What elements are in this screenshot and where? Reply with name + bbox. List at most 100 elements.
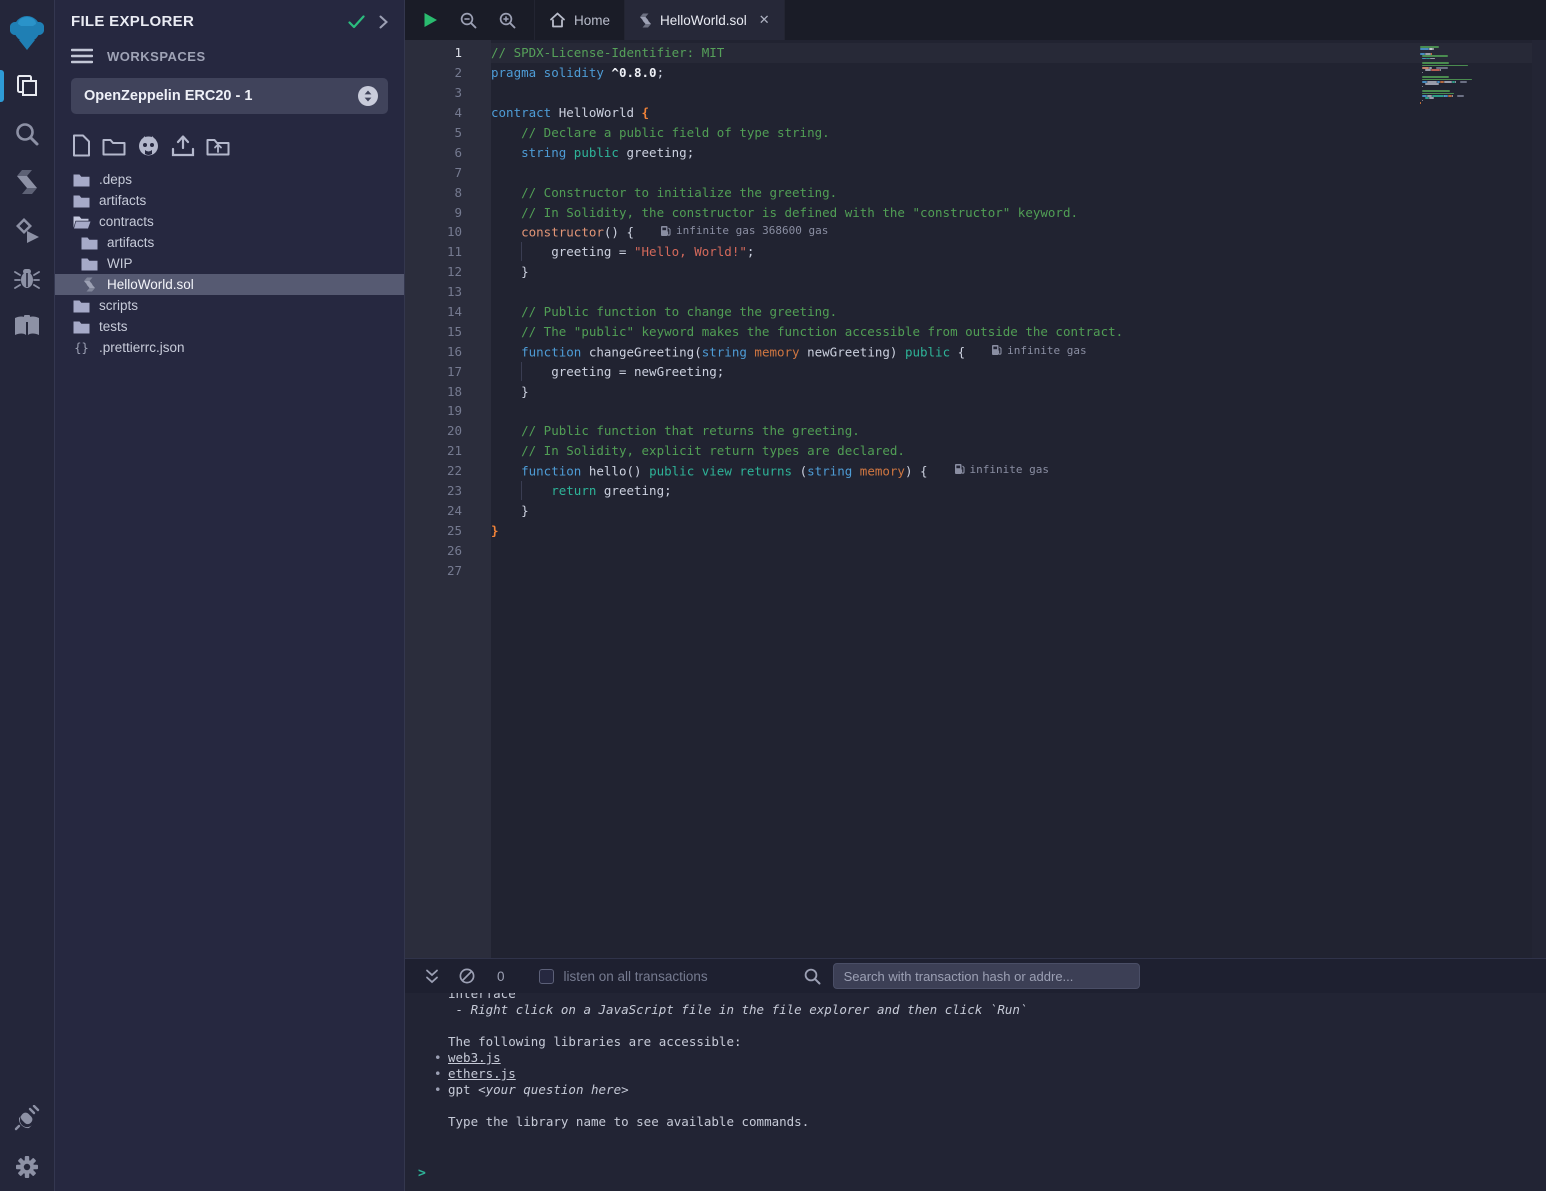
line-number: 10 xyxy=(405,224,462,239)
tree-item-label: scripts xyxy=(99,298,138,313)
remix-ide-app: FILE EXPLORER WORKSPACES OpenZeppelin ER… xyxy=(0,0,1546,1191)
close-tab-icon[interactable]: ✕ xyxy=(759,12,770,28)
activity-item-solidity-compiler[interactable] xyxy=(0,158,55,206)
activity-bar xyxy=(0,0,55,1191)
solidity-file-icon xyxy=(83,277,96,292)
terminal-line: •gpt <your question here> xyxy=(448,1082,1546,1098)
code-line-15: 15 // The "public" keyword makes the fun… xyxy=(405,321,1546,341)
zoom-out-icon[interactable] xyxy=(460,12,477,29)
code-line-9: 9 // In Solidity, the constructor is def… xyxy=(405,202,1546,222)
line-number: 26 xyxy=(405,543,462,558)
tree-item-label: tests xyxy=(99,319,128,334)
upload-folder-icon[interactable] xyxy=(206,136,230,156)
tree-item-wip[interactable]: WIP xyxy=(55,253,404,274)
activity-item-file-explorer[interactable] xyxy=(0,62,55,110)
hamburger-menu-icon[interactable] xyxy=(71,48,93,64)
json-braces-icon: {} xyxy=(74,341,88,355)
activity-item-remix-logo[interactable] xyxy=(0,2,55,62)
gas-pump-icon xyxy=(660,225,671,237)
folder-icon xyxy=(73,194,90,208)
terminal-link[interactable]: ethers.js xyxy=(448,1066,516,1081)
tree-item-label: .deps xyxy=(99,172,132,187)
code-line-13: 13 xyxy=(405,282,1546,302)
terminal-prompt[interactable]: > xyxy=(418,1166,426,1181)
remix-logo xyxy=(5,10,49,54)
tab-helloworld-sol[interactable]: HelloWorld.sol ✕ xyxy=(625,0,785,40)
line-number: 25 xyxy=(405,523,462,538)
tree-item-helloworld-sol[interactable]: HelloWorld.sol xyxy=(55,274,404,295)
line-number: 27 xyxy=(405,563,462,578)
line-number: 24 xyxy=(405,503,462,518)
gas-pump-icon xyxy=(991,344,1002,356)
tree-item--deps[interactable]: .deps xyxy=(55,169,404,190)
gas-estimate-badge: infinite gas 368600 gas xyxy=(660,224,828,237)
code-line-10: 10 constructor() {infinite gas 368600 ga… xyxy=(405,222,1546,242)
terminal-output[interactable]: interface - Right click on a JavaScript … xyxy=(405,993,1546,1191)
code-line-8: 8 // Constructor to initialize the greet… xyxy=(405,182,1546,202)
folder-icon xyxy=(81,236,98,250)
workspace-selected-value: OpenZeppelin ERC20 - 1 xyxy=(84,88,358,104)
new-folder-icon[interactable] xyxy=(102,136,126,156)
workspace-select[interactable]: OpenZeppelin ERC20 - 1 xyxy=(71,78,388,114)
expand-terminal-icon[interactable] xyxy=(425,969,439,984)
accept-check-icon[interactable] xyxy=(348,15,365,29)
activity-item-search[interactable] xyxy=(0,110,55,158)
tree-item-label: .prettierrc.json xyxy=(99,340,185,355)
tree-item-artifacts[interactable]: artifacts xyxy=(55,190,404,211)
terminal-line: interface xyxy=(448,993,1546,1002)
terminal-link[interactable]: web3.js xyxy=(448,1050,501,1065)
tree-item-label: artifacts xyxy=(107,235,154,250)
activity-item-plugin-manager[interactable] xyxy=(0,1093,55,1142)
editor-scrollbar-track[interactable] xyxy=(1532,40,1546,958)
terminal-line: The following libraries are accessible: xyxy=(448,1034,1546,1050)
editor-and-terminal: Home HelloWorld.sol ✕ 1// SPDX-License-Id… xyxy=(405,0,1546,1191)
bug-icon xyxy=(14,266,40,290)
activity-item-debugger[interactable] xyxy=(0,254,55,302)
terminal-search-input[interactable] xyxy=(833,963,1140,989)
listen-transactions-checkbox[interactable] xyxy=(539,969,554,984)
upload-file-icon[interactable] xyxy=(171,135,195,157)
tree-item--prettierrc-json[interactable]: {} .prettierrc.json xyxy=(55,337,404,358)
tree-item-label: artifacts xyxy=(99,193,146,208)
line-number: 15 xyxy=(405,324,462,339)
code-editor[interactable]: 1// SPDX-License-Identifier: MIT2pragma … xyxy=(405,40,1546,958)
github-icon[interactable] xyxy=(137,134,160,157)
line-number: 18 xyxy=(405,384,462,399)
search-icon xyxy=(14,121,40,147)
editor-tab-bar: Home HelloWorld.sol ✕ xyxy=(405,0,1546,40)
terminal-line xyxy=(448,1098,1546,1114)
tree-item-tests[interactable]: tests xyxy=(55,316,404,337)
code-line-22: 22 function hello() public view returns … xyxy=(405,461,1546,481)
tree-item-artifacts[interactable]: artifacts xyxy=(55,232,404,253)
activity-item-settings[interactable] xyxy=(0,1142,55,1191)
line-number: 16 xyxy=(405,344,462,359)
line-number: 6 xyxy=(405,145,462,160)
chevron-right-icon[interactable] xyxy=(379,15,388,29)
tab-label: HelloWorld.sol xyxy=(660,13,747,28)
line-number: 14 xyxy=(405,304,462,319)
code-line-6: 6 string public greeting; xyxy=(405,142,1546,162)
activity-item-learneth[interactable] xyxy=(0,302,55,350)
new-file-icon[interactable] xyxy=(72,134,91,157)
files-icon xyxy=(14,73,40,99)
code-line-19: 19 xyxy=(405,401,1546,421)
tree-item-label: WIP xyxy=(107,256,133,271)
tab-home[interactable]: Home xyxy=(534,0,625,40)
line-number: 13 xyxy=(405,284,462,299)
clear-console-icon[interactable] xyxy=(459,968,475,984)
tree-item-contracts[interactable]: contracts xyxy=(55,211,404,232)
zoom-in-icon[interactable] xyxy=(499,12,516,29)
code-line-17: 17 greeting = newGreeting; xyxy=(405,361,1546,381)
code-line-2: 2pragma solidity ^0.8.0; xyxy=(405,63,1546,83)
transaction-count: 0 xyxy=(497,969,505,984)
activity-item-deploy-run[interactable] xyxy=(0,206,55,254)
line-number: 8 xyxy=(405,185,462,200)
editor-minimap[interactable] xyxy=(1420,40,1532,109)
run-script-button[interactable] xyxy=(423,12,438,28)
plug-icon xyxy=(14,1105,40,1131)
tree-item-scripts[interactable]: scripts xyxy=(55,295,404,316)
workspaces-label: WORKSPACES xyxy=(107,49,206,64)
solidity-file-icon xyxy=(639,13,652,28)
workspace-dropdown-arrows-icon xyxy=(358,86,378,106)
home-icon xyxy=(549,12,566,28)
